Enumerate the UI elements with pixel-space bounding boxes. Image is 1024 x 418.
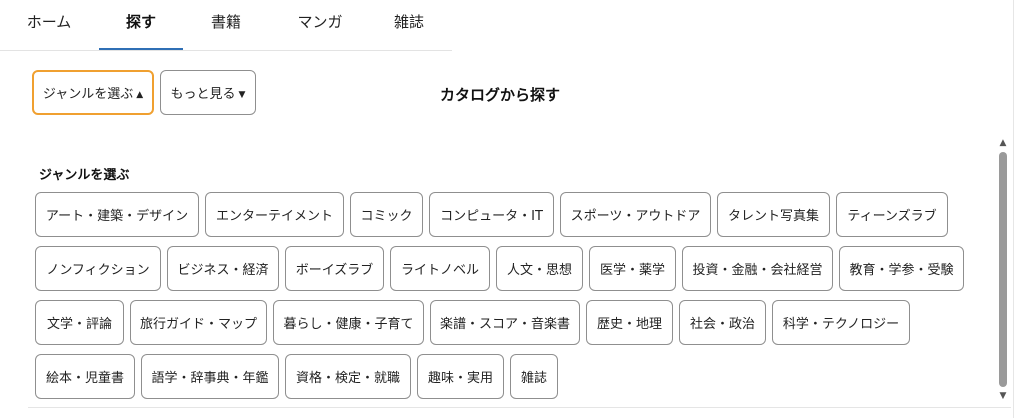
genre-chip-nonfiction[interactable]: ノンフィクション [35,246,161,291]
genre-dropdown-label: ジャンルを選ぶ [42,87,134,102]
more-dropdown-label: もっと見る [170,87,236,102]
genre-chip-investment[interactable]: 投資・金融・会社経営 [682,246,833,291]
genre-chip-qualifications[interactable]: 資格・検定・就職 [285,354,411,399]
divider [28,407,1011,408]
tab-manga[interactable]: マンガ [285,0,355,48]
tab-home[interactable]: ホーム [14,0,84,48]
genre-chip-medicine[interactable]: 医学・薬学 [589,246,676,291]
genre-chip-teens-love[interactable]: ティーンズラブ [836,192,948,237]
genre-chip-entertainment[interactable]: エンターテイメント [205,192,344,237]
scroll-down-arrow-icon[interactable]: ▼ [998,391,1008,401]
caret-up-icon: ▲ [136,90,144,100]
genre-chip-travel[interactable]: 旅行ガイド・マップ [130,300,267,345]
genre-chip-business[interactable]: ビジネス・経済 [167,246,279,291]
genre-chip-lifestyle[interactable]: 暮らし・健康・子育て [273,300,424,345]
genre-chip-hobby[interactable]: 趣味・実用 [417,354,504,399]
genre-dropdown-button[interactable]: ジャンルを選ぶ ▲ [32,70,154,115]
tab-books[interactable]: 書籍 [196,0,256,48]
caret-down-icon: ▼ [238,90,246,100]
tab-bar: ホーム 探す 書籍 マンガ 雑誌 [0,0,452,51]
genre-chip-talent[interactable]: タレント写真集 [717,192,830,237]
genre-chip-history[interactable]: 歴史・地理 [586,300,673,345]
genre-chip-boys-love[interactable]: ボーイズラブ [285,246,384,291]
page-title: カタログから探す [440,86,561,104]
genre-chip-comic[interactable]: コミック [350,192,423,237]
genre-chip-music[interactable]: 楽譜・スコア・音楽書 [430,300,580,345]
genre-chip-humanities[interactable]: 人文・思想 [496,246,583,291]
genre-chip-picture-books[interactable]: 絵本・児童書 [35,354,135,399]
tab-search[interactable]: 探す [99,0,183,50]
panel-border [1013,0,1014,418]
genre-chip-literature[interactable]: 文学・評論 [35,300,124,345]
genre-chip-sports[interactable]: スポーツ・アウトドア [560,192,711,237]
scroll-up-arrow-icon[interactable]: ▲ [998,138,1008,148]
genre-chip-education[interactable]: 教育・学参・受験 [839,246,964,291]
tab-magazines[interactable]: 雑誌 [380,0,438,48]
genre-chip-computer[interactable]: コンピュータ・IT [429,192,554,237]
genre-chip-light-novel[interactable]: ライトノベル [390,246,490,291]
genre-chip-magazine[interactable]: 雑誌 [510,354,558,399]
section-title: ジャンルを選ぶ [39,168,130,183]
more-dropdown-button[interactable]: もっと見る ▼ [160,70,256,115]
scrollbar-thumb[interactable] [999,152,1007,387]
genre-chip-society[interactable]: 社会・政治 [679,300,766,345]
genre-chip-science[interactable]: 科学・テクノロジー [772,300,910,345]
genre-chip-language[interactable]: 語学・辞事典・年鑑 [141,354,279,399]
genre-chip-art[interactable]: アート・建築・デザイン [35,192,199,237]
